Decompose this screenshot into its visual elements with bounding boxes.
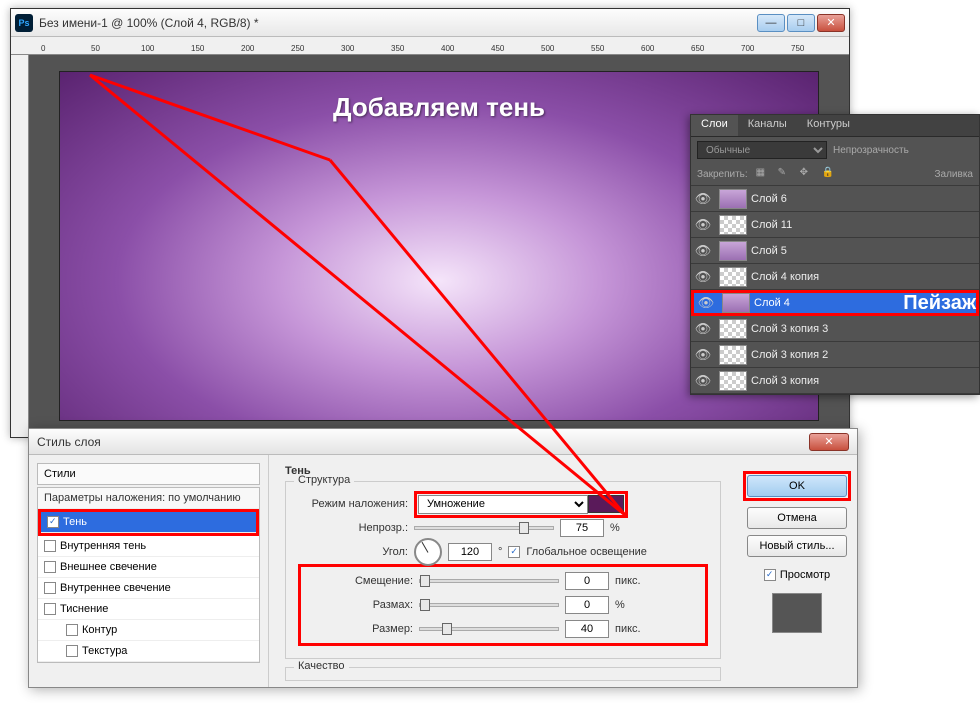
style-inner-glow[interactable]: Внутреннее свечение <box>38 578 259 599</box>
layer-row[interactable]: 👁Слой 11 <box>691 212 979 238</box>
visibility-icon[interactable]: 👁 <box>694 295 718 311</box>
titlebar: Ps Без имени-1 @ 100% (Слой 4, RGB/8) * … <box>11 9 849 37</box>
angle-label: Угол: <box>298 546 408 558</box>
annotation-title: Добавляем тень <box>333 92 545 123</box>
layer-row[interactable]: 👁Слой 5 <box>691 238 979 264</box>
layer-row[interactable]: 👁Слой 3 копия 2 <box>691 342 979 368</box>
style-bevel[interactable]: Тиснение <box>38 599 259 620</box>
dialog-close-button[interactable]: ✕ <box>809 433 849 451</box>
angle-dial[interactable] <box>414 538 442 566</box>
fill-label: Заливка <box>935 169 974 180</box>
layer-thumb <box>719 319 747 339</box>
layer-thumb <box>719 345 747 365</box>
minimize-button[interactable]: — <box>757 14 785 32</box>
horizontal-ruler: 0 50 100 150 200 250 300 350 400 450 500… <box>11 37 849 55</box>
layer-thumb <box>719 215 747 235</box>
cancel-button[interactable]: Отмена <box>747 507 847 529</box>
layer-thumb <box>719 241 747 261</box>
layer-row-selected[interactable]: 👁Слой 4Пейзаж <box>691 290 979 316</box>
style-texture[interactable]: Текстура <box>38 641 259 662</box>
ps-app-icon: Ps <box>15 14 33 32</box>
style-inner-shadow[interactable]: Внутренняя тень <box>38 536 259 557</box>
style-outer-glow[interactable]: Внешнее свечение <box>38 557 259 578</box>
visibility-icon[interactable]: 👁 <box>691 373 715 389</box>
checkbox-icon[interactable] <box>66 645 78 657</box>
maximize-button[interactable]: □ <box>787 14 815 32</box>
spread-input[interactable] <box>565 596 609 614</box>
layer-thumb <box>719 371 747 391</box>
layer-blend-mode-select[interactable]: Обычные <box>697 141 827 159</box>
quality-legend: Качество <box>294 660 349 672</box>
angle-input[interactable] <box>448 543 492 561</box>
style-contour[interactable]: Контур <box>38 620 259 641</box>
checkbox-icon[interactable] <box>44 582 56 594</box>
layer-row[interactable]: 👁Слой 3 копия <box>691 368 979 394</box>
lock-all-icon[interactable]: 🔒 <box>822 167 836 181</box>
opacity-input[interactable] <box>560 519 604 537</box>
layer-row[interactable]: 👁Слой 4 копия <box>691 264 979 290</box>
layers-panel: Слои Каналы Контуры Обычные Непрозрачнос… <box>690 114 980 395</box>
global-light-checkbox[interactable] <box>508 546 520 558</box>
visibility-icon[interactable]: 👁 <box>691 243 715 259</box>
distance-input[interactable] <box>565 572 609 590</box>
vertical-ruler <box>11 55 29 437</box>
spread-label: Размах: <box>303 599 413 611</box>
structure-legend: Структура <box>294 474 354 486</box>
visibility-icon[interactable]: 👁 <box>691 217 715 233</box>
distance-slider[interactable] <box>419 579 559 583</box>
dialog-buttons: OK Отмена Новый стиль... Просмотр <box>737 455 857 687</box>
lock-transparency-icon[interactable]: ▦ <box>756 167 770 181</box>
styles-sidebar: Стили Параметры наложения: по умолчанию … <box>29 455 269 687</box>
style-settings: Тень Структура Режим наложения: Умножени… <box>269 455 737 687</box>
preview-swatch <box>772 593 822 633</box>
size-input[interactable] <box>565 620 609 638</box>
layer-thumb <box>722 293 750 313</box>
layer-thumb <box>719 189 747 209</box>
global-light-label: Глобальное освещение <box>526 546 647 558</box>
shadow-color-swatch[interactable] <box>588 495 624 513</box>
checkbox-icon[interactable] <box>44 603 56 615</box>
opacity-label: Непрозрачность <box>833 145 909 156</box>
new-style-button[interactable]: Новый стиль... <box>747 535 847 557</box>
lock-brush-icon[interactable]: ✎ <box>778 167 792 181</box>
distance-label: Смещение: <box>303 575 413 587</box>
visibility-icon[interactable]: 👁 <box>691 321 715 337</box>
visibility-icon[interactable]: 👁 <box>691 191 715 207</box>
blend-mode-select[interactable]: Умножение <box>418 495 588 514</box>
lock-move-icon[interactable]: ✥ <box>800 167 814 181</box>
tab-paths[interactable]: Контуры <box>797 115 860 136</box>
layers-list: 👁Слой 6 👁Слой 11 👁Слой 5 👁Слой 4 копия 👁… <box>691 186 979 394</box>
size-label: Размер: <box>303 623 413 635</box>
annotation-landscape: Пейзаж <box>903 292 976 315</box>
layer-thumb <box>719 267 747 287</box>
layer-row[interactable]: 👁Слой 3 копия 3 <box>691 316 979 342</box>
visibility-icon[interactable]: 👁 <box>691 347 715 363</box>
style-drop-shadow[interactable]: Тень <box>41 512 256 533</box>
layer-row[interactable]: 👁Слой 6 <box>691 186 979 212</box>
dialog-title: Стиль слоя <box>37 435 809 449</box>
window-title: Без имени-1 @ 100% (Слой 4, RGB/8) * <box>39 16 757 30</box>
checkbox-icon[interactable] <box>44 540 56 552</box>
preview-label: Просмотр <box>780 569 830 581</box>
blending-options-row[interactable]: Параметры наложения: по умолчанию <box>38 488 259 509</box>
checkbox-icon[interactable] <box>44 561 56 573</box>
dialog-titlebar: Стиль слоя ✕ <box>29 429 857 455</box>
close-button[interactable]: ✕ <box>817 14 845 32</box>
preview-checkbox[interactable] <box>764 569 776 581</box>
visibility-icon[interactable]: 👁 <box>691 269 715 285</box>
blend-mode-label: Режим наложения: <box>298 498 408 510</box>
styles-header[interactable]: Стили <box>37 463 260 485</box>
tab-channels[interactable]: Каналы <box>738 115 797 136</box>
spread-slider[interactable] <box>419 603 559 607</box>
tab-layers[interactable]: Слои <box>691 115 738 136</box>
layer-style-dialog: Стиль слоя ✕ Стили Параметры наложения: … <box>28 428 858 688</box>
opacity-label: Непрозр.: <box>298 522 408 534</box>
size-slider[interactable] <box>419 627 559 631</box>
ok-button[interactable]: OK <box>747 475 847 497</box>
panel-tabs: Слои Каналы Контуры <box>691 115 979 137</box>
checkbox-icon[interactable] <box>66 624 78 636</box>
opacity-slider[interactable] <box>414 526 554 530</box>
checkbox-icon[interactable] <box>47 516 59 528</box>
lock-label: Закрепить: <box>697 169 748 180</box>
